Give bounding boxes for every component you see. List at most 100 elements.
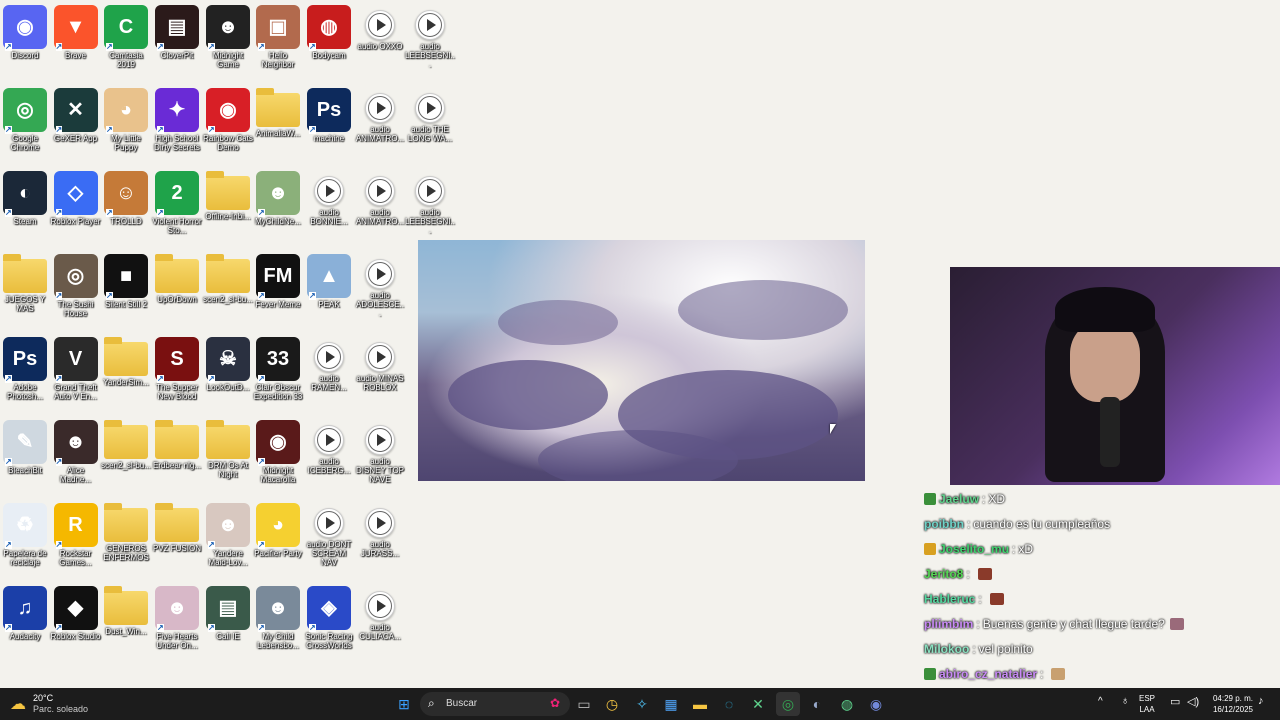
desktop-icon-audio-animatro[interactable]: audio ANIMATRO... <box>355 166 405 248</box>
language-indicator[interactable]: ESP LAA <box>1139 693 1155 715</box>
desktop-icon-label: Grand Theft Auto V En... <box>54 383 97 401</box>
desktop-icon-label: Alice Madne... <box>59 466 92 484</box>
desktop-icon-papelera-de-reciclaje[interactable]: ♻Papelera de reciclaje <box>0 498 50 580</box>
desktop-icon-audacity[interactable]: ♫Audacity <box>0 581 50 663</box>
volume-icon[interactable]: ◁) <box>1187 695 1199 708</box>
desktop-icon-scen2-sl-bu[interactable]: scen2_sl-bu... <box>101 415 151 497</box>
desktop-icon-bleachbit[interactable]: ✎BleachBit <box>0 415 50 497</box>
desktop-icon-drm-os-at-night[interactable]: DRM Os At Night <box>203 415 253 497</box>
desktop-icon-audio-jurass[interactable]: audio JURASS... <box>355 498 405 580</box>
desktop-icon-five-hearts-under-on[interactable]: ☻Five Hearts Under On... <box>152 581 202 663</box>
desktop-icon-label: Five Hearts Under On... <box>156 632 198 650</box>
desktop-icon-yandere-maid-lov[interactable]: ☻Yandere Maid-Lov... <box>203 498 253 580</box>
taskbar-app-steam[interactable]: ◐ <box>805 692 829 716</box>
desktop-icon-rainbow-cats-demo[interactable]: ◉Rainbow Cats Demo <box>203 83 253 165</box>
desktop-icon-audio-minas-roblox[interactable]: audio MINAS ROBLOX <box>355 332 405 414</box>
notifications-bell-icon[interactable]: ♪ <box>1258 695 1264 707</box>
desktop-icon-audio-animatro[interactable]: audio ANIMATRO... <box>355 83 405 165</box>
desktop-icon-roblox-studio[interactable]: ◆Roblox Studio <box>51 581 101 663</box>
taskbar-app-edge[interactable]: ◌ <box>717 692 741 716</box>
desktop-icon-alice-madne[interactable]: ☻Alice Madne... <box>51 415 101 497</box>
desktop-icon-dust-win[interactable]: Dust_Win... <box>101 581 151 663</box>
desktop-icon-mychildne[interactable]: ☻MyChildNe... <box>253 166 303 248</box>
taskbar-app-copilot[interactable]: ✧ <box>630 692 654 716</box>
desktop-icon-generos-enfermos[interactable]: GENEROS ENFERMOS <box>101 498 151 580</box>
desktop-icon-discord[interactable]: ◉Discord <box>0 0 50 82</box>
taskbar-app-store[interactable]: ▦ <box>659 692 683 716</box>
task-view-button[interactable]: ▭ <box>572 692 596 716</box>
network-icon[interactable]: ▭ <box>1170 695 1180 708</box>
desktop-icon-rockstar-games[interactable]: RRockstar Games... <box>51 498 101 580</box>
desktop-icon-audio-dont-scream-nav[interactable]: audio DONT SCREAM NAV <box>304 498 354 580</box>
taskbar-app-explorer-widget[interactable]: ◷ <box>600 692 624 716</box>
desktop-icon-erdbear-nlg[interactable]: Erdbear nlg... <box>152 415 202 497</box>
desktop-icon-bodycam[interactable]: ◍Bodycam <box>304 0 354 82</box>
desktop-icon-audio-leebsegni[interactable]: audio LEEBSEGNI... <box>405 166 455 248</box>
desktop-icon-peak[interactable]: ▲PEAK <box>304 249 354 331</box>
taskbar-app-gexer[interactable]: ✕ <box>746 692 770 716</box>
desktop-icon-audio-adolesce[interactable]: audio ADOLESCE... <box>355 249 405 331</box>
desktop-icon-trolld[interactable]: ☺TROLLD <box>101 166 151 248</box>
folder-icon <box>104 420 148 459</box>
desktop-icon-grand-theft-auto-v-en[interactable]: VGrand Theft Auto V En... <box>51 332 101 414</box>
desktop-icon-high-school-dirty-secrets[interactable]: ✦High School Dirty Secrets <box>152 83 202 165</box>
taskbar-app-chrome[interactable]: ◎ <box>776 692 800 716</box>
discord-icon: ◉ <box>869 696 883 712</box>
microphone-icon[interactable]: ♁ <box>1121 695 1129 707</box>
desktop-icon-audio-bonnie[interactable]: audio BONNIE... <box>304 166 354 248</box>
desktop-icon-machine[interactable]: Psmachine <box>304 83 354 165</box>
desktop-icon-hello-neighbor[interactable]: ▣Hello Neighbor <box>253 0 303 82</box>
desktop-icon-midnight-macarolla[interactable]: ◉Midnight Macarolla <box>253 415 303 497</box>
desktop-icon-the-sushi-house[interactable]: ◎The Sushi House <box>51 249 101 331</box>
desktop-icon-pacifier-party[interactable]: ◕Pacifier Party <box>253 498 303 580</box>
taskbar-app-file-explorer[interactable]: ▬ <box>688 692 712 716</box>
folder-icon <box>206 171 250 210</box>
desktop-icon-offline-inbi[interactable]: Offline-Inbi... <box>203 166 253 248</box>
audio-file-icon <box>365 93 395 123</box>
desktop-icon-brave[interactable]: ▼Brave <box>51 0 101 82</box>
desktop-icon-the-supper-new-blood[interactable]: SThe Supper New Blood <box>152 332 202 414</box>
desktop-icon-upordown[interactable]: UpOrDown <box>152 249 202 331</box>
desktop-icon-scen2-sl-bu[interactable]: scen2_sl-bu... <box>203 249 253 331</box>
desktop-icon-silent-still-2[interactable]: ■Silent Still 2 <box>101 249 151 331</box>
desktop-icon-audio-iceberg[interactable]: audio ICEBERG... <box>304 415 354 497</box>
desktop-icon-audio-culiaca[interactable]: audio CULIACA... <box>355 581 405 663</box>
desktop-icon-yandersim[interactable]: YanderSim... <box>101 332 151 414</box>
search-box[interactable]: ⌕ Buscar ✿ <box>420 692 570 716</box>
desktop-icon-audio-the-long-wa[interactable]: audio THE LONG WA... <box>405 83 455 165</box>
clock[interactable]: 04:29 p. m. 16/12/2025 <box>1205 693 1253 715</box>
desktop-icon-lookoutd[interactable]: ☠LookOutD... <box>203 332 253 414</box>
desktop-icon-google-chrome[interactable]: ◎Google Chrome <box>0 83 50 165</box>
weather-widget[interactable]: ☁ <box>10 694 30 714</box>
desktop-icon-call-ie[interactable]: ▤Call IE <box>203 581 253 663</box>
desktop-icon-violent-horror-sto[interactable]: 2Violent Horror Sto... <box>152 166 202 248</box>
desktop-icon-audio-oxxo[interactable]: audio OXXO <box>355 0 405 82</box>
desktop-icon-animaliaw[interactable]: AnimaliaW... <box>253 83 303 165</box>
start-button[interactable]: ⊞ <box>392 692 416 716</box>
desktop-icon-fever-meme[interactable]: FMFever Meme <box>253 249 303 331</box>
tray-overflow-chevron-icon[interactable]: ^ <box>1098 696 1103 707</box>
desktop-icon-audio-disney-top-nave[interactable]: audio DISNEY TOP NAVE <box>355 415 405 497</box>
desktop-icon-adobe-photosh[interactable]: PsAdobe Photosh... <box>0 332 50 414</box>
desktop-icon-my-little-puppy[interactable]: ◕My Little Puppy <box>101 83 151 165</box>
desktop-icon-steam[interactable]: ◐Steam <box>0 166 50 248</box>
desktop-icon-camtasia-2019[interactable]: CCamtasia 2019 <box>101 0 151 82</box>
desktop-icon-juegos-y-mas[interactable]: JUEGOS Y MAS <box>0 249 50 331</box>
desktop-icon-pvz-fusion[interactable]: PVZ FUSION <box>152 498 202 580</box>
desktop-icon-gexer-app[interactable]: ✕GeXER App <box>51 83 101 165</box>
desktop-icon-label: Google Chrome <box>10 134 40 152</box>
desktop-icon-audio-ramen[interactable]: audio RAMEN... <box>304 332 354 414</box>
taskbar-app-discord[interactable]: ◉ <box>864 692 888 716</box>
desktop-icon-my-child-lebensbo[interactable]: ☻My Child Lebensbo... <box>253 581 303 663</box>
desktop-icon-midnight-game[interactable]: ☻Midnight Game <box>203 0 253 82</box>
desktop-icon-clair-obscur-expedition-33[interactable]: 33Clair Obscur Expedition 33 <box>253 332 303 414</box>
desktop-icon-cloverpit[interactable]: ▤CloverPit <box>152 0 202 82</box>
taskbar-app-obs[interactable]: ◍ <box>835 692 859 716</box>
weather-text[interactable]: 20°C Parc. soleado <box>33 693 88 715</box>
desktop-icon-roblox-player[interactable]: ◇Roblox Player <box>51 166 101 248</box>
clock-time: 04:29 p. m. <box>1212 694 1253 703</box>
desktop-icon-sonic-racing-crossworlds[interactable]: ◈Sonic Racing CrossWorlds <box>304 581 354 663</box>
desktop-icon-audio-leebsegni[interactable]: audio LEEBSEGNI... <box>405 0 455 82</box>
desktop-icon-label: audio THE LONG WA... <box>407 125 453 143</box>
desktop-icon-label: audio DISNEY TOP NAVE <box>355 457 405 484</box>
